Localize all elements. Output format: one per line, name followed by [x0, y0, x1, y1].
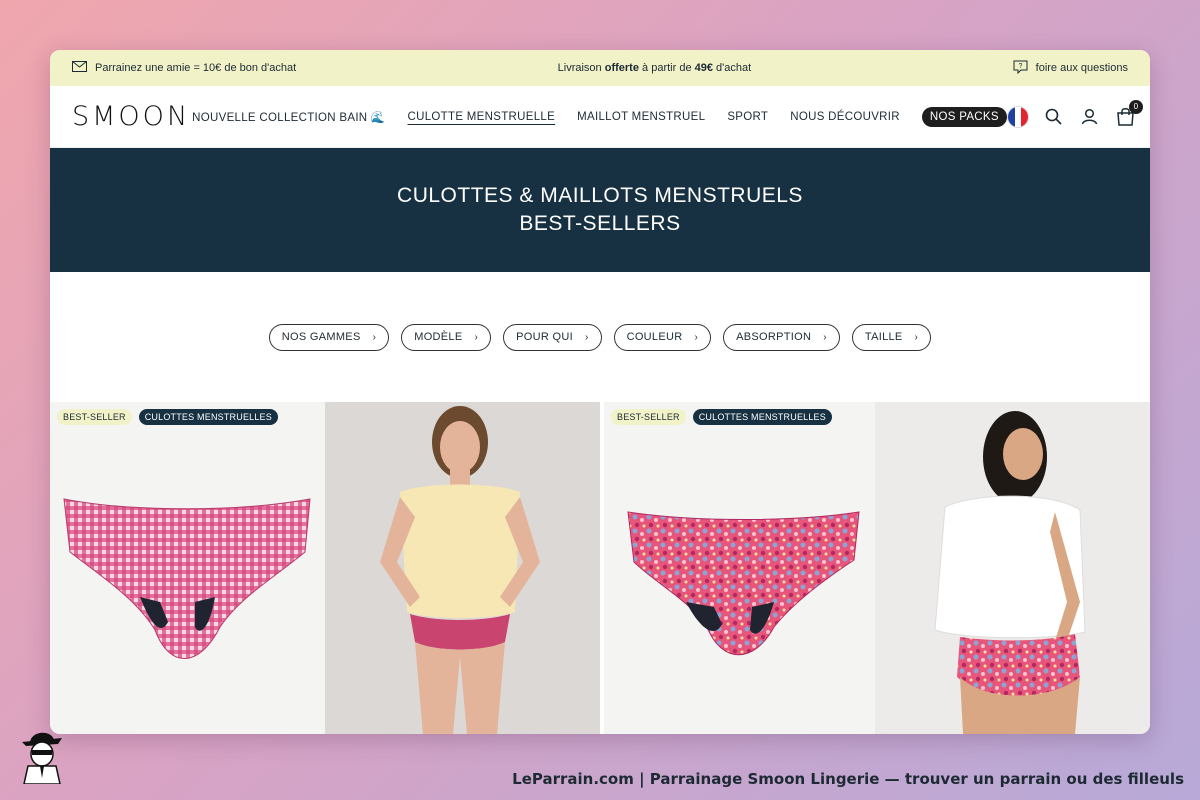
- filter-nos-gammes[interactable]: NOS GAMMES ›: [268, 323, 390, 351]
- svg-text:?: ?: [1018, 63, 1022, 70]
- browser-window: Parrainez une amie = 10€ de bon d'achat …: [50, 50, 1150, 734]
- nav-sport[interactable]: SPORT: [727, 111, 768, 123]
- filter-absorption[interactable]: ABSORPTION ›: [723, 323, 840, 351]
- filter-label: POUR QUI: [516, 331, 573, 343]
- floral-brief-image: [627, 511, 860, 656]
- best-seller-badge: BEST-SELLER: [611, 409, 686, 425]
- shipping-middle: à partir de: [642, 62, 692, 74]
- chevron-right-icon: ›: [372, 331, 377, 343]
- shipping-bold: offerte: [604, 62, 639, 74]
- announcement-bar: Parrainez une amie = 10€ de bon d'achat …: [50, 50, 1150, 86]
- filter-label: NOS GAMMES: [281, 331, 361, 343]
- nav-maillot-menstruel[interactable]: MAILLOT MENSTRUEL: [577, 111, 705, 123]
- filter-couleur[interactable]: COULEUR ›: [613, 323, 712, 351]
- chevron-right-icon: ›: [914, 331, 919, 343]
- cart-count-badge: 0: [1128, 99, 1143, 114]
- model-photo-floral: [934, 411, 1086, 734]
- product-card-gingham-image[interactable]: BEST-SELLER CULOTTES MENSTRUELLES: [50, 402, 325, 734]
- product-card-gingham-model[interactable]: [325, 402, 600, 734]
- bag-icon[interactable]: 0: [1115, 99, 1143, 128]
- model-photo-gingham: [380, 406, 540, 734]
- chevron-right-icon: ›: [823, 331, 827, 343]
- chevron-right-icon: ›: [584, 331, 589, 343]
- category-badge: CULOTTES MENSTRUELLES: [692, 409, 832, 425]
- filter-pour-qui[interactable]: POUR QUI ›: [503, 323, 602, 351]
- filter-label: ABSORPTION: [736, 331, 812, 343]
- site-header: SMOON NOUVELLE COLLECTION BAIN 🌊 CULOTTE…: [50, 86, 1150, 148]
- product-card-floral-model[interactable]: [875, 402, 1150, 734]
- user-icon[interactable]: [1079, 106, 1101, 128]
- filter-taille[interactable]: TAILLE ›: [851, 323, 932, 351]
- nav-culotte-menstruelle[interactable]: CULOTTE MENSTRUELLE: [408, 111, 556, 123]
- product-card-floral-image[interactable]: BEST-SELLER CULOTTES MENSTRUELLES: [604, 402, 875, 734]
- mail-icon: [72, 61, 87, 75]
- smoon-logo[interactable]: SMOON: [72, 101, 190, 132]
- footer-caption: LeParrain.com | Parrainage Smoon Lingeri…: [512, 770, 1184, 788]
- gingham-brief-image: [63, 498, 311, 659]
- category-badge: CULOTTES MENSTRUELLES: [138, 409, 278, 425]
- shipping-message: Livraison offerte à partir de 49€ d'acha…: [296, 62, 1012, 74]
- chevron-right-icon: ›: [474, 331, 479, 343]
- filter-label: TAILLE: [864, 331, 903, 343]
- product-badges: BEST-SELLER CULOTTES MENSTRUELLES: [611, 409, 832, 425]
- filter-label: MODÈLE: [414, 331, 463, 343]
- nav-nos-packs[interactable]: NOS PACKS: [921, 106, 1007, 127]
- product-grid: BEST-SELLER CULOTTES MENSTRUELLES BEST-S…: [50, 402, 1150, 734]
- filter-modele[interactable]: MODÈLE ›: [401, 323, 492, 351]
- leparrain-mascot-icon: [16, 728, 68, 789]
- hero-title-line2: BEST-SELLERS: [519, 212, 681, 235]
- header-icons: 0: [1006, 99, 1143, 128]
- main-nav: NOUVELLE COLLECTION BAIN 🌊 CULOTTE MENST…: [192, 106, 1007, 127]
- referral-text: Parrainez une amie = 10€ de bon d'achat: [95, 62, 297, 74]
- shipping-amount: 49€: [694, 62, 713, 74]
- filter-bar: NOS GAMMES › MODÈLE › POUR QUI › COULEUR › A…: [50, 272, 1150, 402]
- product-badges: BEST-SELLER CULOTTES MENSTRUELLES: [57, 409, 278, 425]
- logo-text: SMOON: [72, 101, 191, 132]
- shipping-suffix: d'achat: [716, 62, 752, 74]
- hero-title-line1: CULOTTES & MAILLOTS MENSTRUELS: [397, 184, 803, 207]
- filter-label: COULEUR: [626, 331, 683, 343]
- shipping-prefix: Livraison: [557, 62, 602, 74]
- collection-hero: CULOTTES & MAILLOTS MENSTRUELS BEST-SELL…: [50, 148, 1150, 272]
- nav-nous-decouvrir[interactable]: NOUS DÉCOUVRIR: [790, 111, 900, 123]
- faq-text: foire aux questions: [1035, 62, 1128, 74]
- question-bubble-icon: ?: [1013, 60, 1028, 77]
- referral-link[interactable]: Parrainez une amie = 10€ de bon d'achat: [72, 61, 296, 75]
- nav-nouvelle-collection[interactable]: NOUVELLE COLLECTION BAIN 🌊: [192, 110, 385, 124]
- search-icon[interactable]: [1043, 106, 1065, 128]
- chevron-right-icon: ›: [694, 331, 699, 343]
- best-seller-badge: BEST-SELLER: [57, 409, 132, 425]
- faq-link[interactable]: ? foire aux questions: [1013, 60, 1128, 77]
- french-flag-icon[interactable]: [1006, 105, 1029, 128]
